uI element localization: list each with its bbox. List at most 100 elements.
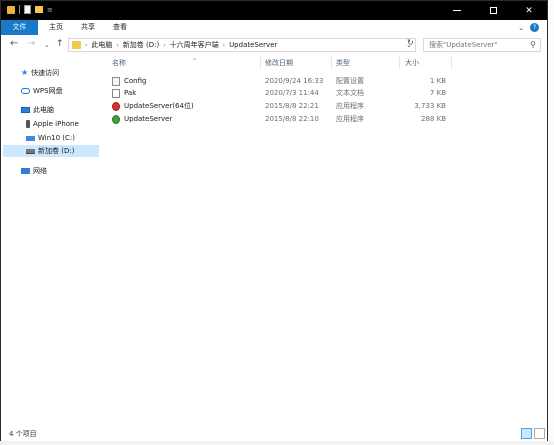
- breadcrumb-d-drive[interactable]: 新加卷 (D:): [123, 40, 159, 50]
- cloud-icon: [21, 88, 30, 94]
- windows-drive-icon: [26, 135, 35, 141]
- nav-item-label: 此电脑: [33, 106, 54, 114]
- text-file-icon: [112, 89, 120, 98]
- folder-icon: [7, 5, 15, 14]
- close-icon: ✕: [525, 5, 533, 16]
- search-input[interactable]: 搜索"UpdateServer" ⚲: [423, 38, 541, 52]
- minimize-button[interactable]: [439, 1, 475, 20]
- ribbon-controls: ⌄ ?: [518, 23, 539, 32]
- breadcrumb-updateserver[interactable]: UpdateServer: [229, 41, 277, 49]
- breadcrumb-separator-icon[interactable]: ›: [223, 42, 225, 49]
- file-type: 配置设置: [336, 77, 364, 85]
- nav-item-iphone[interactable]: Apple iPhone: [26, 118, 98, 130]
- column-header-modified[interactable]: 修改日期: [265, 57, 331, 69]
- column-divider[interactable]: [260, 57, 261, 69]
- file-row[interactable]: Config 2020/9/24 16:33 配置设置 1 KB: [102, 75, 547, 87]
- star-icon: ★: [21, 68, 29, 77]
- title-bar: ≡ ✕: [1, 1, 547, 20]
- nav-item-label: WPS网盘: [33, 87, 63, 95]
- folder-icon: [72, 41, 81, 49]
- file-row[interactable]: UpdateServer 2015/8/8 22:10 应用程序 288 KB: [102, 113, 547, 125]
- breadcrumb-separator-icon[interactable]: ›: [163, 42, 165, 49]
- large-icons-view-button[interactable]: [534, 428, 545, 439]
- breadcrumb-this-pc[interactable]: 此电脑: [91, 40, 112, 50]
- search-placeholder: 搜索"UpdateServer": [429, 41, 498, 49]
- tab-home[interactable]: 主页: [42, 20, 70, 35]
- file-modified: 2020/9/24 16:33: [265, 77, 324, 85]
- phone-icon: [26, 120, 30, 128]
- close-button[interactable]: ✕: [511, 1, 547, 20]
- minimize-icon: [453, 10, 461, 11]
- customize-toolbar-icon[interactable]: ≡: [47, 6, 53, 14]
- tab-file[interactable]: 文件: [1, 20, 38, 35]
- file-list: 名称 ^ 修改日期 类型 大小 Config 2020/9/24 16:33 配…: [102, 55, 547, 427]
- column-header-size[interactable]: 大小: [405, 57, 445, 69]
- nav-item-quick-access[interactable]: ★ 快速访问: [21, 67, 97, 79]
- nav-item-this-pc[interactable]: 此电脑: [21, 104, 97, 116]
- nav-item-label: 快速访问: [31, 69, 60, 77]
- navigation-pane: ★ 快速访问 WPS网盘 此电脑 Apple iPhone Win10 (C:)…: [1, 55, 101, 427]
- file-size: 7 KB: [429, 89, 446, 97]
- tab-view[interactable]: 查看: [106, 20, 134, 35]
- file-name: Config: [124, 77, 147, 85]
- column-header-name[interactable]: 名称 ^: [112, 57, 262, 69]
- details-view-button[interactable]: [521, 428, 532, 439]
- sort-ascending-icon: ^: [192, 58, 198, 65]
- file-modified: 2015/8/8 22:21: [265, 102, 319, 110]
- explorer-window: ≡ ✕ 文件 主页 共享 查看 ⌄ ? ← → ⌄ ↑ › 此电脑 › 新加卷 …: [0, 0, 548, 441]
- maximize-icon: [489, 7, 497, 14]
- new-folder-icon[interactable]: [35, 6, 43, 13]
- file-name: UpdateServer(64位): [124, 102, 194, 110]
- expand-ribbon-icon[interactable]: ⌄: [518, 24, 524, 32]
- status-bar: 4 个项目: [1, 427, 547, 441]
- help-icon[interactable]: ?: [530, 23, 539, 32]
- network-icon: [21, 168, 30, 174]
- breadcrumb-separator-icon[interactable]: ›: [116, 42, 118, 49]
- column-header-type[interactable]: 类型: [336, 57, 396, 69]
- drive-icon: [26, 148, 35, 154]
- nav-item-label: Win10 (C:): [38, 134, 75, 142]
- column-divider[interactable]: [331, 57, 332, 69]
- nav-item-wps[interactable]: WPS网盘: [21, 85, 97, 97]
- recent-locations-chevron-icon[interactable]: ⌄: [44, 41, 50, 49]
- nav-item-c-drive[interactable]: Win10 (C:): [26, 132, 98, 144]
- file-row[interactable]: UpdateServer(64位) 2015/8/8 22:21 应用程序 3,…: [102, 100, 547, 112]
- properties-icon[interactable]: [24, 5, 31, 14]
- column-divider[interactable]: [451, 57, 452, 69]
- file-name: UpdateServer: [124, 115, 173, 123]
- search-icon[interactable]: ⚲: [530, 39, 536, 51]
- breadcrumb-client-folder[interactable]: 十六周年客户端: [170, 40, 219, 50]
- column-divider[interactable]: [399, 57, 400, 69]
- file-name: Pak: [124, 89, 137, 97]
- nav-item-label: 新加卷 (D:): [38, 147, 75, 155]
- column-header-label: 名称: [112, 59, 126, 67]
- computer-icon: [21, 107, 30, 113]
- window-edge: [548, 0, 554, 445]
- file-size: 3,733 KB: [414, 102, 446, 110]
- file-row[interactable]: Pak 2020/7/3 11:44 文本文档 7 KB: [102, 87, 547, 99]
- maximize-button[interactable]: [475, 1, 511, 20]
- tab-share[interactable]: 共享: [74, 20, 102, 35]
- ribbon-tabs: 文件 主页 共享 查看 ⌄ ?: [1, 20, 547, 36]
- breadcrumb-separator-icon[interactable]: ›: [85, 42, 87, 49]
- nav-item-network[interactable]: 网络: [21, 165, 97, 177]
- forward-arrow-icon[interactable]: →: [27, 38, 35, 49]
- back-arrow-icon[interactable]: ←: [10, 38, 18, 49]
- file-modified: 2015/8/8 22:10: [265, 115, 319, 123]
- file-size: 288 KB: [421, 115, 446, 123]
- nav-item-label: 网络: [33, 167, 47, 175]
- file-type: 应用程序: [336, 115, 364, 123]
- address-bar[interactable]: › 此电脑 › 新加卷 (D:) › 十六周年客户端 › UpdateServe…: [68, 38, 416, 52]
- refresh-icon[interactable]: ↻: [407, 38, 417, 50]
- file-type: 应用程序: [336, 102, 364, 110]
- up-arrow-icon[interactable]: ↑: [56, 39, 64, 49]
- nav-item-d-drive[interactable]: 新加卷 (D:): [3, 145, 99, 157]
- toolbar-divider: [19, 5, 20, 14]
- app-green-icon: [112, 115, 120, 124]
- nav-item-label: Apple iPhone: [33, 120, 79, 128]
- app-red-icon: [112, 102, 120, 111]
- file-size: 1 KB: [429, 77, 446, 85]
- item-count: 4 个项目: [9, 430, 37, 438]
- file-type: 文本文档: [336, 89, 364, 97]
- config-file-icon: [112, 77, 120, 86]
